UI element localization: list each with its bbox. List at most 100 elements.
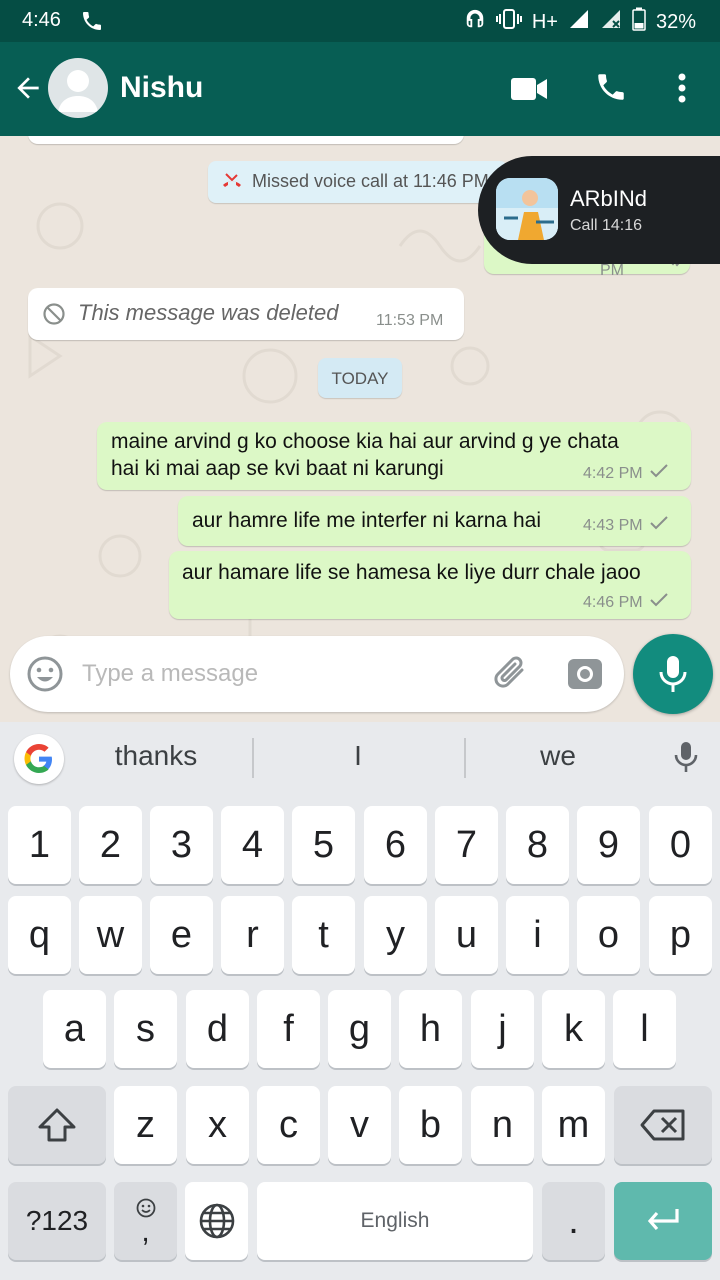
suggestion-3[interactable]: we bbox=[488, 740, 628, 772]
signal-icon bbox=[568, 8, 590, 36]
key-m[interactable]: m bbox=[542, 1086, 605, 1164]
key-8[interactable]: 8 bbox=[506, 806, 569, 884]
blocked-icon bbox=[42, 302, 66, 331]
check-icon bbox=[649, 593, 669, 612]
message-time: 4:42 PM bbox=[583, 464, 643, 482]
key-l[interactable]: l bbox=[613, 990, 676, 1068]
period-key[interactable]: . bbox=[542, 1182, 605, 1260]
key-s[interactable]: s bbox=[114, 990, 177, 1068]
language-key[interactable] bbox=[185, 1182, 248, 1260]
suggestion-2[interactable]: I bbox=[288, 740, 428, 772]
more-options-icon[interactable] bbox=[676, 72, 688, 109]
key-9[interactable]: 9 bbox=[577, 806, 640, 884]
caller-photo bbox=[496, 178, 558, 240]
suggestion-divider bbox=[252, 738, 254, 778]
message-bubble[interactable]: aur hamare life se hamesa ke liye durr c… bbox=[169, 551, 691, 619]
message-bubble[interactable]: aur hamre life me interfer ni karna hai … bbox=[178, 496, 691, 546]
message-composer: Type a message bbox=[10, 636, 624, 712]
battery-percent: 32% bbox=[655, 10, 696, 33]
contact-name[interactable]: Nishu bbox=[120, 71, 203, 105]
key-o[interactable]: o bbox=[577, 896, 640, 974]
key-2[interactable]: 2 bbox=[79, 806, 142, 884]
message-text-line1: maine arvind g ko choose kia hai aur arv… bbox=[111, 430, 619, 453]
avatar[interactable] bbox=[48, 58, 108, 118]
key-p[interactable]: p bbox=[649, 896, 712, 974]
key-y[interactable]: y bbox=[364, 896, 427, 974]
globe-icon bbox=[199, 1203, 234, 1239]
message-meta: 4:42 PM bbox=[583, 464, 669, 483]
key-j[interactable]: j bbox=[471, 990, 534, 1068]
voice-record-button[interactable] bbox=[633, 634, 713, 714]
missed-call-text: Missed voice call at 11:46 PM bbox=[252, 171, 489, 191]
message-text-line2: hai ki mai aap se kvi baat ni karungi bbox=[111, 457, 444, 480]
key-d[interactable]: d bbox=[186, 990, 249, 1068]
call-duration: Call 14:16 bbox=[570, 217, 643, 234]
key-a[interactable]: a bbox=[43, 990, 106, 1068]
suggestion-1[interactable]: thanks bbox=[86, 740, 226, 772]
back-arrow-icon[interactable] bbox=[12, 72, 44, 109]
google-button[interactable] bbox=[14, 734, 64, 784]
key-z[interactable]: z bbox=[114, 1086, 177, 1164]
network-type: H+ bbox=[531, 10, 558, 33]
message-input[interactable]: Type a message bbox=[82, 660, 258, 688]
symbols-key[interactable]: ?123 bbox=[8, 1182, 106, 1260]
key-h[interactable]: h bbox=[399, 990, 462, 1068]
ongoing-call-bubble[interactable]: ARbINd Call 14:16 bbox=[478, 156, 720, 264]
message-meta: 4:43 PM bbox=[583, 516, 669, 535]
shift-key[interactable] bbox=[8, 1086, 106, 1164]
key-x[interactable]: x bbox=[186, 1086, 249, 1164]
caller-name: ARbINd bbox=[570, 186, 648, 211]
comma-emoji-key[interactable]: , bbox=[114, 1182, 177, 1260]
mic-icon bbox=[659, 656, 687, 692]
status-time: 4:46 bbox=[22, 9, 61, 31]
voice-call-icon[interactable] bbox=[594, 70, 628, 109]
key-g[interactable]: g bbox=[328, 990, 391, 1068]
key-1[interactable]: 1 bbox=[8, 806, 71, 884]
key-r[interactable]: r bbox=[221, 896, 284, 974]
enter-icon bbox=[647, 1209, 679, 1231]
key-c[interactable]: c bbox=[257, 1086, 320, 1164]
key-u[interactable]: u bbox=[435, 896, 498, 974]
key-e[interactable]: e bbox=[150, 896, 213, 974]
key-w[interactable]: w bbox=[79, 896, 142, 974]
key-3[interactable]: 3 bbox=[150, 806, 213, 884]
key-i[interactable]: i bbox=[506, 896, 569, 974]
message-text: aur hamre life me interfer ni karna hai bbox=[192, 509, 541, 532]
message-bubble[interactable]: maine arvind g ko choose kia hai aur arv… bbox=[97, 422, 691, 490]
video-call-icon[interactable] bbox=[510, 76, 548, 107]
deleted-message-bubble[interactable]: This message was deleted 11:53 PM bbox=[28, 288, 464, 340]
key-6[interactable]: 6 bbox=[364, 806, 427, 884]
space-key[interactable]: English bbox=[257, 1182, 533, 1260]
camera-icon[interactable] bbox=[566, 655, 604, 696]
key-n[interactable]: n bbox=[471, 1086, 534, 1164]
key-k[interactable]: k bbox=[542, 990, 605, 1068]
battery-icon bbox=[632, 7, 646, 37]
phone-notification-icon bbox=[80, 9, 104, 38]
missed-call-icon bbox=[220, 170, 244, 199]
previous-message-bubble bbox=[28, 136, 464, 144]
key-7[interactable]: 7 bbox=[435, 806, 498, 884]
keyboard-mic-icon[interactable] bbox=[672, 740, 700, 779]
message-meta: 4:46 PM bbox=[583, 593, 669, 612]
emoji-icon[interactable] bbox=[26, 655, 64, 698]
key-q[interactable]: q bbox=[8, 896, 71, 974]
key-4[interactable]: 4 bbox=[221, 806, 284, 884]
attach-icon[interactable] bbox=[492, 654, 530, 699]
suggestion-strip: thanks I we bbox=[0, 722, 720, 794]
enter-key[interactable] bbox=[614, 1182, 712, 1260]
missed-call-notice[interactable]: Missed voice call at 11:46 PM bbox=[208, 161, 508, 203]
key-0[interactable]: 0 bbox=[649, 806, 712, 884]
chat-header: Nishu bbox=[0, 42, 720, 136]
key-b[interactable]: b bbox=[399, 1086, 462, 1164]
key-5[interactable]: 5 bbox=[292, 806, 355, 884]
key-v[interactable]: v bbox=[328, 1086, 391, 1164]
backspace-key[interactable] bbox=[614, 1086, 712, 1164]
deleted-text: This message was deleted bbox=[78, 300, 339, 325]
message-time: 4:46 PM bbox=[583, 593, 643, 611]
google-icon bbox=[24, 744, 52, 773]
deleted-time: 11:53 PM bbox=[376, 312, 444, 329]
date-chip: TODAY bbox=[318, 358, 402, 398]
check-icon bbox=[649, 464, 669, 483]
key-t[interactable]: t bbox=[292, 896, 355, 974]
key-f[interactable]: f bbox=[257, 990, 320, 1068]
